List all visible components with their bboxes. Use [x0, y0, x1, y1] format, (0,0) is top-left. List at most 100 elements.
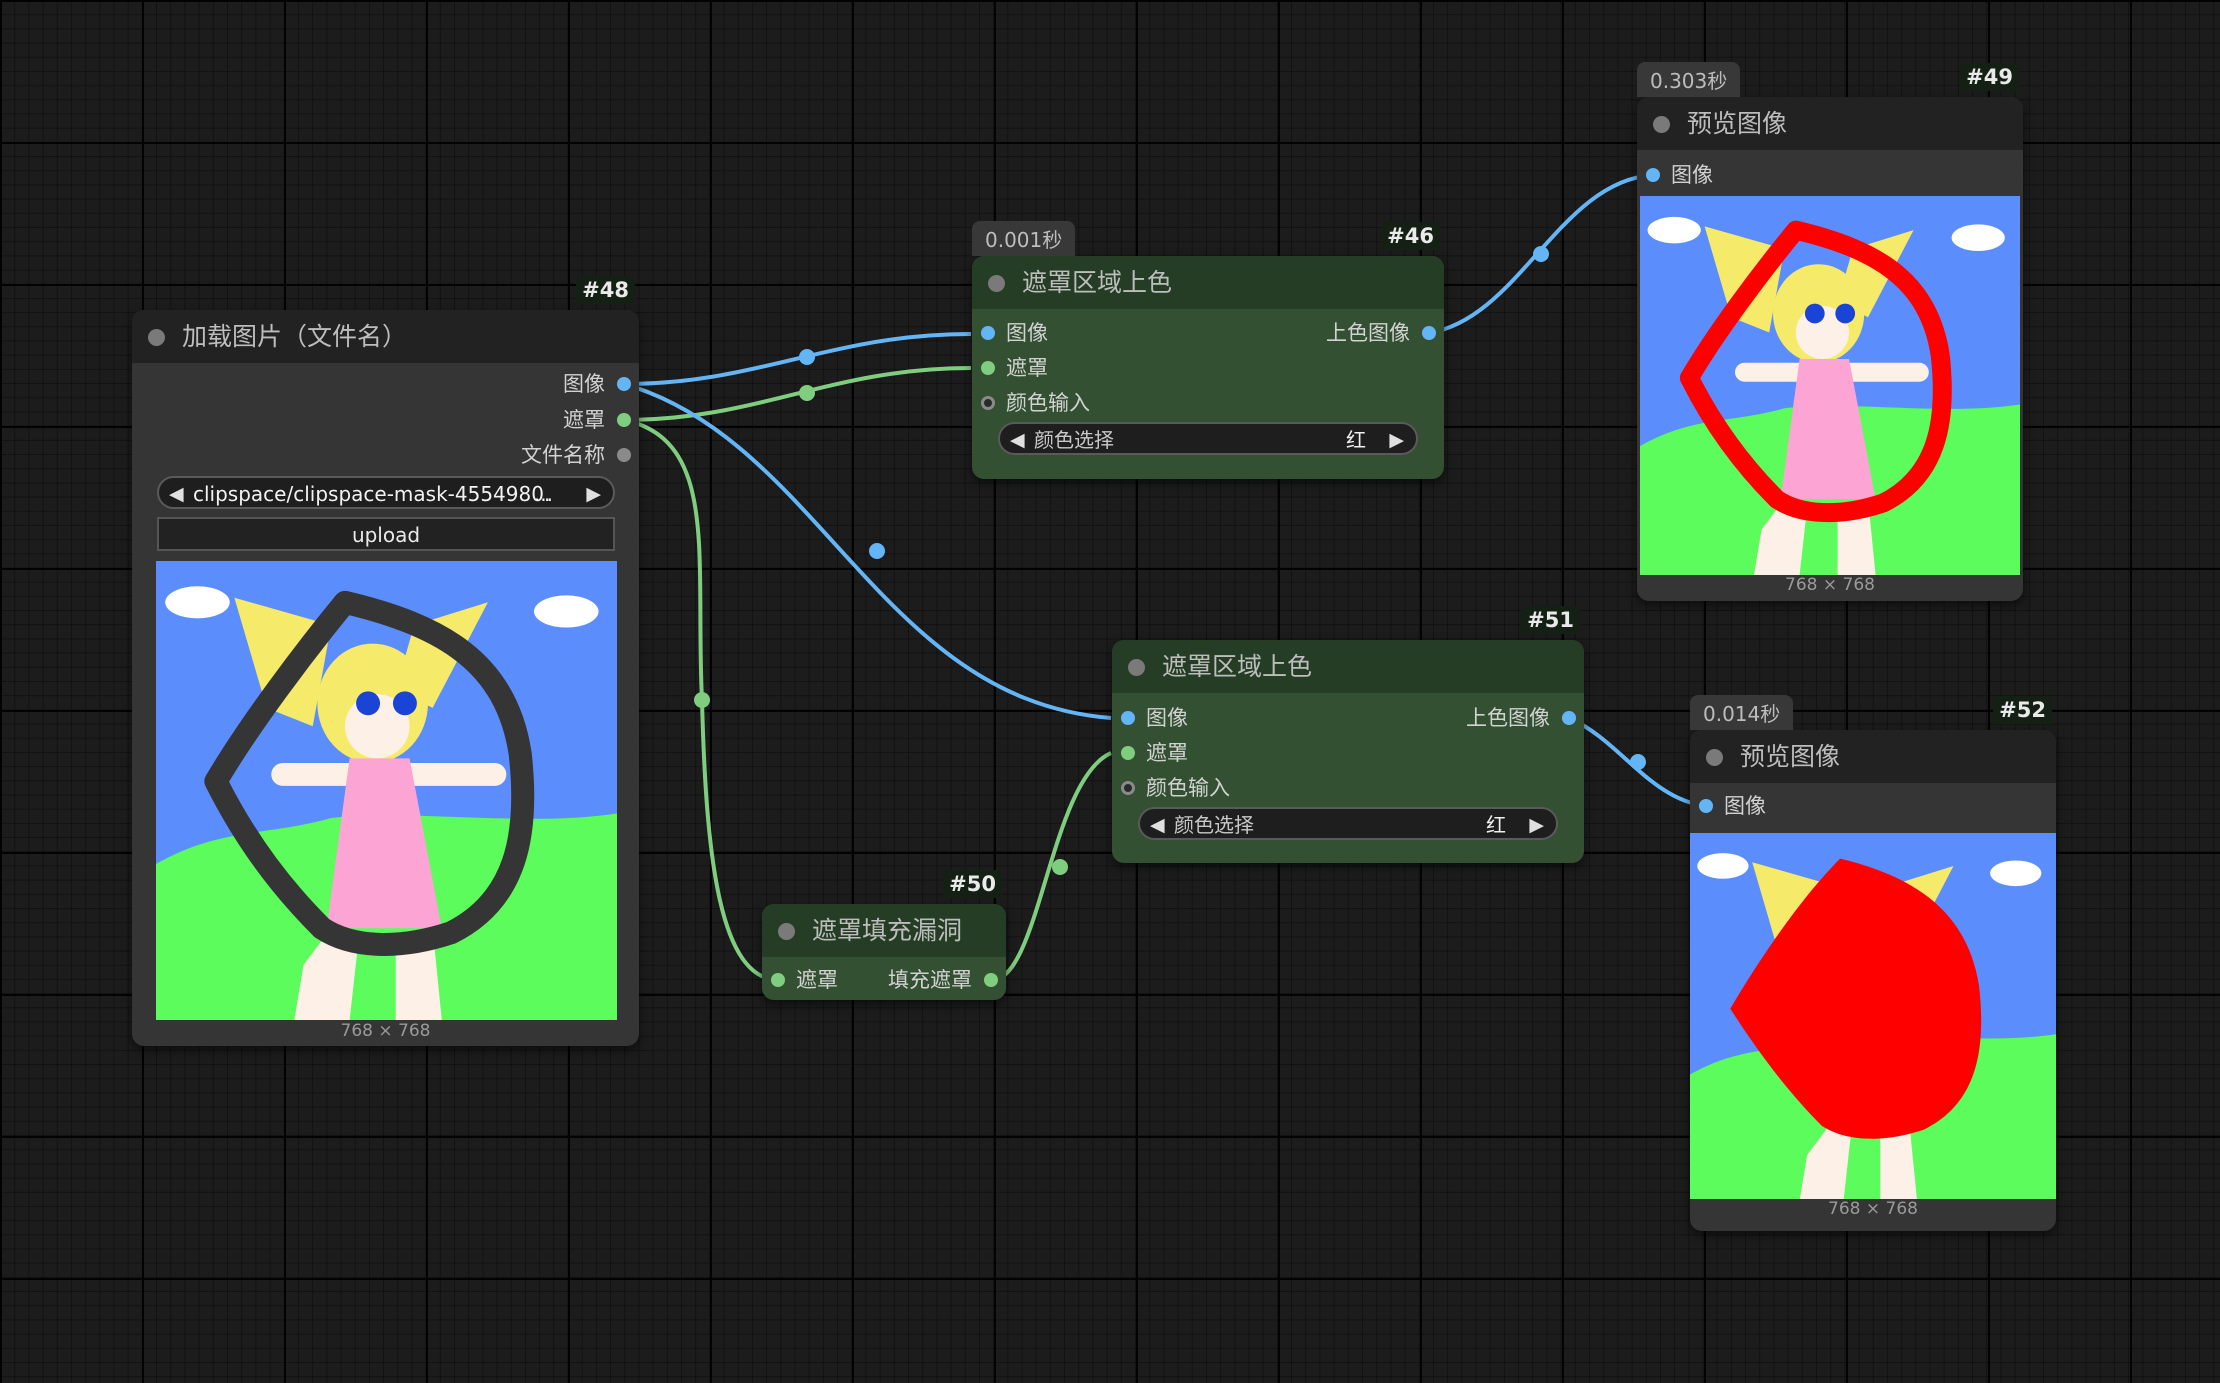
- execution-time: 0.001秒: [972, 221, 1076, 256]
- upload-button[interactable]: upload: [157, 517, 615, 551]
- input-slot-image[interactable]: 图像: [1690, 792, 1766, 820]
- node-mask-fill-holes-50[interactable]: #50 遮罩填充漏洞 遮罩 填充遮罩: [762, 870, 1006, 1000]
- slot-dot-icon[interactable]: [617, 413, 631, 427]
- node-preview-49[interactable]: 0.303秒 #49 预览图像 图像 768 × 768: [1637, 62, 2023, 601]
- slot-label: 图像: [563, 372, 605, 396]
- arrow-right-icon[interactable]: ▶: [1529, 809, 1544, 842]
- slot-dot-icon[interactable]: [1121, 711, 1135, 725]
- slot-label: 图像: [1671, 163, 1713, 187]
- input-slot-mask[interactable]: 遮罩: [972, 354, 1048, 382]
- slot-dot-icon[interactable]: [617, 377, 631, 391]
- slot-dot-icon[interactable]: [981, 326, 995, 340]
- arrow-right-icon[interactable]: ▶: [1389, 424, 1404, 457]
- collapse-dot-icon[interactable]: [1653, 116, 1670, 133]
- output-slot-mask[interactable]: 遮罩: [563, 406, 639, 434]
- wire-reroute-dot[interactable]: [1533, 246, 1549, 262]
- input-slot-image[interactable]: 图像: [1637, 161, 1713, 189]
- input-slot-mask[interactable]: 遮罩: [1112, 739, 1188, 767]
- node-title-bar[interactable]: 预览图像: [1690, 730, 2056, 783]
- slot-label: 图像: [1006, 321, 1048, 345]
- input-slot-image[interactable]: 图像: [972, 319, 1048, 347]
- node-id: #49: [1960, 63, 2019, 91]
- slot-label: 图像: [1724, 794, 1766, 818]
- node-id: #51: [1521, 606, 1580, 634]
- slot-label: 遮罩: [1146, 741, 1188, 765]
- collapse-dot-icon[interactable]: [1128, 659, 1145, 676]
- slot-label: 遮罩: [1006, 356, 1048, 380]
- color-select-combo[interactable]: ◀ 颜色选择 红 ▶: [1138, 807, 1558, 840]
- image-dimensions: 768 × 768: [340, 1021, 431, 1041]
- output-slot-colored-image[interactable]: 上色图像: [1326, 319, 1444, 347]
- arrow-left-icon[interactable]: ◀: [1150, 809, 1165, 842]
- slot-dot-icon[interactable]: [981, 361, 995, 375]
- collapse-dot-icon[interactable]: [1706, 749, 1723, 766]
- combo-value: 红: [1486, 813, 1506, 837]
- wire-reroute-dot[interactable]: [799, 385, 815, 401]
- image-file-combo[interactable]: ◀ clipspace/clipspace-mask-4554980. ... …: [157, 476, 615, 509]
- slot-label: 颜色输入: [1006, 391, 1090, 415]
- slot-label: 上色图像: [1326, 321, 1410, 345]
- node-title: 遮罩区域上色: [1022, 268, 1173, 297]
- node-id: #52: [1993, 696, 2052, 724]
- input-slot-color[interactable]: 颜色输入: [972, 389, 1090, 417]
- node-mask-color-46[interactable]: 0.001秒 #46 遮罩区域上色 图像 遮罩 颜色输入 上色图像 ◀ 颜色选择…: [972, 221, 1444, 479]
- wire-reroute-dot[interactable]: [869, 543, 885, 559]
- slot-label: 图像: [1146, 706, 1188, 730]
- output-slot-image[interactable]: 图像: [563, 370, 639, 398]
- arrow-left-icon[interactable]: ◀: [1010, 424, 1025, 457]
- node-title-bar[interactable]: 遮罩区域上色: [1112, 640, 1584, 693]
- wire-48-mask-to-46[interactable]: [623, 366, 972, 422]
- arrow-right-icon[interactable]: ▶: [586, 478, 601, 511]
- combo-label: 颜色选择: [1174, 813, 1254, 837]
- slot-dot-icon[interactable]: [1121, 781, 1135, 795]
- wire-reroute-dot[interactable]: [1052, 859, 1068, 875]
- node-title: 预览图像: [1740, 742, 1841, 771]
- slot-dot-icon[interactable]: [1699, 799, 1713, 813]
- slot-label: 颜色输入: [1146, 776, 1230, 800]
- node-title-bar[interactable]: 加载图片（文件名）: [132, 310, 639, 363]
- slot-dot-icon[interactable]: [1121, 746, 1135, 760]
- slot-dot-icon[interactable]: [981, 396, 995, 410]
- node-title: 加载图片（文件名）: [182, 322, 408, 351]
- node-preview-52[interactable]: 0.014秒 #52 预览图像 图像 768 × 768: [1690, 695, 2056, 1231]
- input-slot-image[interactable]: 图像: [1112, 704, 1188, 732]
- input-slot-color[interactable]: 颜色输入: [1112, 774, 1230, 802]
- slot-dot-icon[interactable]: [1422, 326, 1436, 340]
- input-slot-mask[interactable]: 遮罩: [762, 966, 838, 994]
- wire-50-to-51-mask[interactable]: [991, 751, 1112, 982]
- slot-dot-icon[interactable]: [984, 973, 998, 987]
- arrow-left-icon[interactable]: ◀: [169, 478, 184, 511]
- node-title-bar[interactable]: 预览图像: [1637, 97, 2023, 150]
- slot-dot-icon[interactable]: [617, 448, 631, 462]
- collapse-dot-icon[interactable]: [988, 275, 1005, 292]
- wire-48-image-to-46[interactable]: [623, 332, 972, 386]
- wire-reroute-dot[interactable]: [1630, 754, 1646, 770]
- image-dimensions: 768 × 768: [1828, 1199, 1918, 1219]
- image-preview: [156, 561, 617, 1020]
- image-preview: [1640, 196, 2020, 575]
- image-dimensions: 768 × 768: [1785, 575, 1875, 595]
- collapse-dot-icon[interactable]: [148, 329, 165, 346]
- slot-label: 遮罩: [796, 968, 838, 992]
- node-title-bar[interactable]: 遮罩区域上色: [972, 256, 1444, 309]
- node-id: #48: [576, 276, 635, 304]
- node-title-bar[interactable]: 遮罩填充漏洞: [762, 904, 1006, 957]
- node-id: #50: [943, 870, 1002, 898]
- output-slot-colored-image[interactable]: 上色图像: [1466, 704, 1584, 732]
- output-slot-filename[interactable]: 文件名称: [521, 441, 639, 469]
- wire-reroute-dot[interactable]: [799, 349, 815, 365]
- combo-value: clipspace/clipspace-mask-4554980.: [193, 482, 551, 506]
- collapse-dot-icon[interactable]: [778, 923, 795, 940]
- slot-label: 上色图像: [1466, 706, 1550, 730]
- slot-dot-icon[interactable]: [1562, 711, 1576, 725]
- node-title: 遮罩填充漏洞: [812, 916, 963, 945]
- execution-time: 0.014秒: [1690, 695, 1794, 730]
- output-slot-filled-mask[interactable]: 填充遮罩: [888, 966, 1006, 994]
- node-load-image[interactable]: #48 加载图片（文件名） 图像 遮罩 文件名称 ◀ clipspace/cli…: [132, 276, 639, 1046]
- combo-value: 红: [1346, 428, 1366, 452]
- wire-reroute-dot[interactable]: [694, 692, 710, 708]
- node-mask-color-51[interactable]: #51 遮罩区域上色 图像 遮罩 颜色输入 上色图像 ◀ 颜色选择 红 ▶: [1112, 606, 1584, 863]
- color-select-combo[interactable]: ◀ 颜色选择 红 ▶: [998, 422, 1418, 455]
- slot-dot-icon[interactable]: [1646, 168, 1660, 182]
- slot-dot-icon[interactable]: [771, 973, 785, 987]
